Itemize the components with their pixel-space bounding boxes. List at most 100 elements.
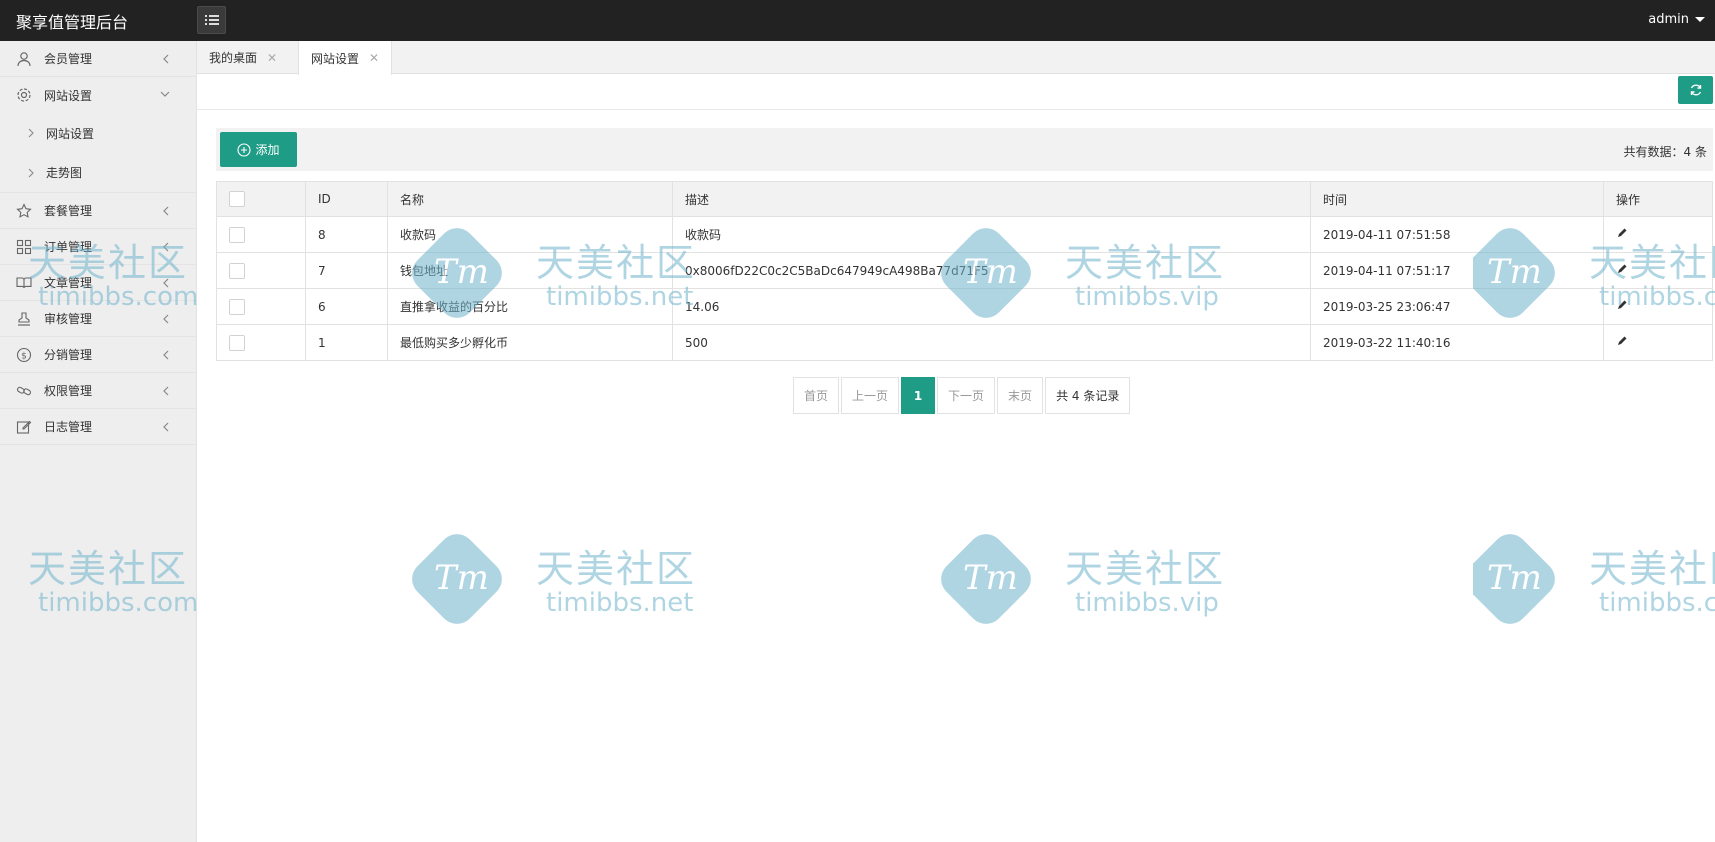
cell-actions [1603,288,1713,325]
sidebar-subitem-label: 走势图 [46,166,83,180]
row-select-cell [216,324,306,361]
star-icon [16,202,32,219]
chevron-left-icon [163,350,169,360]
sidebar-subitem-trend-chart[interactable]: 走势图 [0,153,196,193]
svg-text:$: $ [21,351,27,361]
chevron-left-icon [163,314,169,324]
chevron-down-icon [1695,17,1705,22]
sidebar-item-distribution[interactable]: $ 分销管理 [0,337,196,373]
cell-description: 收款码 [672,216,1311,253]
watermark-logo [933,526,1039,632]
refresh-button[interactable] [1678,76,1713,104]
row-checkbox[interactable] [229,298,245,315]
total-records: 共 4 条记录 [1045,377,1131,414]
row-checkbox[interactable] [229,262,245,279]
sidebar-item-label: 网站设置 [44,88,93,103]
watermark-logo-text: Tm [963,558,1018,598]
divider [197,109,1715,110]
dollar-icon: $ [16,347,32,363]
select-all-checkbox[interactable] [229,191,245,207]
chevron-left-icon [163,278,169,288]
sidebar-item-label: 审核管理 [44,312,93,326]
pencil-icon[interactable] [1616,299,1628,311]
add-button[interactable]: 添加 [220,132,297,167]
cell-description: 0x8006fD22C0c2C5BaDc647949cA498Ba77d71F5 [672,252,1311,289]
close-icon[interactable]: ✕ [267,51,277,65]
sidebar-item-review[interactable]: 审核管理 [0,301,196,337]
tab-bar: 我的桌面 ✕ 网站设置 ✕ [197,41,1715,75]
username: admin [1648,12,1689,27]
sidebar-item-permissions[interactable]: 权限管理 [0,373,196,409]
link-icon [16,383,32,399]
cell-time: 2019-04-11 07:51:58 [1310,216,1604,253]
add-button-label: 添加 [255,143,280,157]
chevron-right-icon [28,128,34,138]
top-bar: 聚享值管理后台 admin [0,0,1715,41]
first-page-button[interactable]: 首页 [793,377,840,414]
chevron-left-icon [163,386,169,396]
record-count: 共有数据：4 条 [1623,145,1707,159]
last-page-button[interactable]: 末页 [997,377,1044,414]
gear-icon [16,87,32,103]
sidebar-item-orders[interactable]: 订单管理 [0,229,196,265]
sidebar-item-label: 会员管理 [44,52,93,66]
watermark-text: 天美社区 [1589,547,1715,591]
cell-actions [1603,252,1713,289]
cell-id: 7 [305,252,388,289]
sidebar-subitem-site-settings[interactable]: 网站设置 [0,113,196,153]
cell-name: 直推拿收益的百分比 [387,288,673,325]
sidebar-item-packages[interactable]: 套餐管理 [0,193,196,229]
pencil-icon[interactable] [1616,335,1628,347]
data-table: ID 名称 描述 时间 操作 8 收款码 收款码 2019-04-11 07:5… [216,181,1713,361]
cell-name: 最低购买多少孵化币 [387,324,673,361]
chevron-left-icon [163,206,169,216]
book-icon [16,275,32,291]
column-header-name: 名称 [387,181,673,217]
sidebar-item-site-settings[interactable]: 网站设置 [0,77,196,113]
prev-page-button[interactable]: 上一页 [841,377,900,414]
list-icon [204,15,219,25]
tab-my-desktop[interactable]: 我的桌面 ✕ [197,41,289,74]
close-icon[interactable]: ✕ [369,51,379,65]
pencil-icon[interactable] [1616,263,1628,275]
chevron-left-icon [163,422,169,432]
watermark-logo-text: Tm [434,558,489,598]
watermark-url: timibbs.com [1599,588,1715,618]
pencil-icon[interactable] [1616,227,1628,239]
sidebar-item-label: 订单管理 [44,240,93,254]
watermark-text: 天美社区 [1065,547,1226,591]
sidebar-item-members[interactable]: 会员管理 [0,41,196,77]
tab-label: 网站设置 [311,51,360,66]
cell-description: 500 [672,324,1311,361]
chevron-left-icon [163,242,169,252]
tab-site-settings[interactable]: 网站设置 ✕ [298,41,393,75]
cell-name: 钱包地址 [387,252,673,289]
current-page-button[interactable]: 1 [901,377,936,414]
plus-circle-icon [237,142,252,157]
sidebar-item-label: 文章管理 [44,276,93,290]
user-menu[interactable]: admin [1648,12,1705,27]
grid-icon [16,239,32,255]
table-row: 6 直推拿收益的百分比 14.06 2019-03-25 23:06:47 [216,288,1713,325]
watermark-text: 天美社区 [536,547,697,591]
sidebar-item-articles[interactable]: 文章管理 [0,265,196,301]
row-select-cell [216,288,306,325]
column-header-time: 时间 [1310,181,1604,217]
row-checkbox[interactable] [229,334,245,351]
row-checkbox[interactable] [229,226,245,243]
column-header-description: 描述 [672,181,1311,217]
sidebar-item-logs[interactable]: 日志管理 [0,409,196,445]
cell-name: 收款码 [387,216,673,253]
sidebar-item-label: 分销管理 [44,348,93,362]
next-page-button[interactable]: 下一页 [937,377,996,414]
menu-toggle-button[interactable] [197,6,226,34]
row-select-cell [216,252,306,289]
stamp-icon [16,311,32,327]
watermark-url: timibbs.vip [1075,588,1219,618]
cell-actions [1603,216,1713,253]
cell-actions [1603,324,1713,361]
chevron-left-icon [163,54,169,64]
watermark-logo-text: Tm [1487,558,1542,598]
watermark-url: timibbs.net [546,588,694,618]
sidebar-item-label: 日志管理 [44,420,93,434]
